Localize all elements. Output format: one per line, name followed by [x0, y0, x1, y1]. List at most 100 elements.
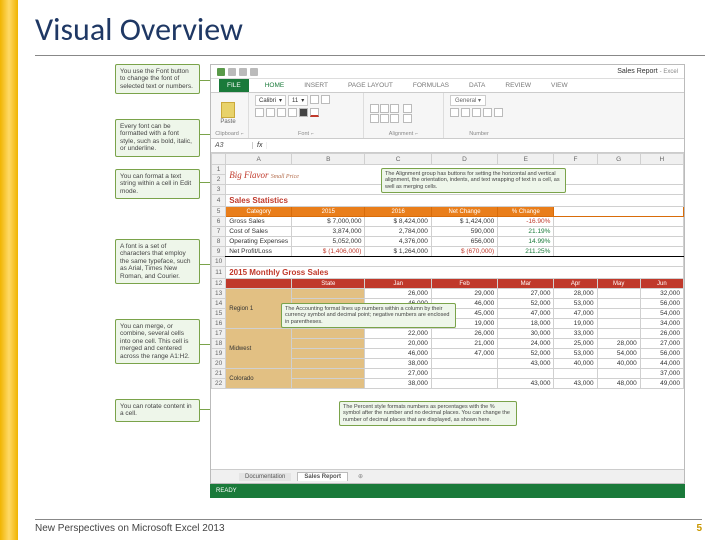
- callout-font-button: You use the Font button to change the fo…: [115, 64, 200, 94]
- align-buttons[interactable]: [370, 104, 399, 123]
- col-header-row: A B C D E F G H: [212, 154, 684, 165]
- footer-text: New Perspectives on Microsoft Excel 2013: [35, 523, 225, 534]
- excel-icon: [217, 68, 225, 76]
- paste-icon: [221, 102, 235, 118]
- col-F[interactable]: F: [554, 154, 597, 165]
- tab-file[interactable]: FILE: [219, 79, 249, 92]
- tab-data[interactable]: DATA: [465, 80, 489, 92]
- fill-color-icon[interactable]: [299, 108, 308, 117]
- formula-area[interactable]: fx: [253, 142, 684, 149]
- dialog-launcher-icon[interactable]: ⌐: [311, 131, 314, 137]
- region-2-label[interactable]: Midwest: [226, 329, 292, 369]
- col-E[interactable]: E: [498, 154, 554, 165]
- save-icon[interactable]: [228, 68, 236, 76]
- quick-access-toolbar: [217, 68, 258, 76]
- tab-review[interactable]: REVIEW: [501, 80, 535, 92]
- border-icon[interactable]: [288, 108, 297, 117]
- row-11: 112015 Monthly Gross Sales: [212, 267, 684, 279]
- comma-icon[interactable]: [472, 108, 481, 117]
- callout-percent-style: The Percent style formats numbers as per…: [339, 401, 517, 426]
- region-3-label[interactable]: Colorado: [226, 369, 292, 389]
- doc-title-main: Sales Report: [617, 68, 657, 75]
- merge-center-icon[interactable]: [403, 114, 412, 123]
- underline-icon[interactable]: [277, 108, 286, 117]
- alignment-group-label: Alignment: [389, 131, 413, 137]
- percent-icon[interactable]: [461, 108, 470, 117]
- col-H[interactable]: H: [640, 154, 683, 165]
- wrap-text-icon[interactable]: [403, 104, 412, 113]
- section-sales-stats[interactable]: Sales Statistics: [226, 195, 684, 207]
- slide-footer: New Perspectives on Microsoft Excel 2013…: [35, 519, 702, 534]
- new-sheet-icon[interactable]: ⊕: [354, 473, 367, 480]
- increase-font-icon[interactable]: [310, 95, 319, 104]
- figure-zone: You use the Font button to change the fo…: [115, 64, 685, 484]
- col-B[interactable]: B: [292, 154, 365, 165]
- brand-big: Big Flavor: [229, 170, 268, 180]
- font-group-label: Font: [298, 131, 309, 137]
- excel-window: Sales Report - Excel FILE HOME INSERT PA…: [210, 64, 685, 484]
- hdr-net-change[interactable]: Net Change: [431, 207, 497, 217]
- tab-formulas[interactable]: FORMULAS: [409, 80, 453, 92]
- paste-label: Paste: [220, 119, 235, 125]
- row-4: 4Sales Statistics: [212, 195, 684, 207]
- accent-stripe: [0, 0, 18, 540]
- bold-icon[interactable]: [255, 108, 264, 117]
- stats-header-row: 5 Category 2015 2016 Net Change % Change: [212, 207, 684, 217]
- col-A[interactable]: A: [226, 154, 292, 165]
- redo-icon[interactable]: [250, 68, 258, 76]
- chevron-down-icon: ▾: [279, 97, 282, 104]
- number-group-label: Number: [469, 131, 489, 137]
- font-size-select[interactable]: 11▾: [288, 95, 308, 106]
- group-font: Calibri▾ 11▾: [249, 93, 364, 138]
- decrease-font-icon[interactable]: [321, 95, 330, 104]
- col-C[interactable]: C: [365, 154, 431, 165]
- hdr-category[interactable]: Category: [226, 207, 292, 217]
- italic-icon[interactable]: [266, 108, 275, 117]
- stats-row-cost: 7Cost of Sales3,874,0002,784,000590,0002…: [212, 227, 684, 237]
- select-all-corner[interactable]: [212, 154, 226, 165]
- worksheet-grid[interactable]: A B C D E F G H 1Big Flavor Small Price …: [211, 153, 684, 469]
- font-color-icon[interactable]: [310, 108, 319, 117]
- callout-alignment-group: The Alignment group has buttons for sett…: [381, 168, 566, 193]
- tab-home[interactable]: HOME: [261, 80, 289, 92]
- tab-page-layout[interactable]: PAGE LAYOUT: [344, 80, 397, 92]
- font-name-select[interactable]: Calibri▾: [255, 95, 286, 106]
- status-bar: READY: [210, 484, 685, 498]
- decrease-decimal-icon[interactable]: [494, 108, 503, 117]
- increase-decimal-icon[interactable]: [483, 108, 492, 117]
- months-header-row: 12 State Jan Feb Mar Apr May Jun: [212, 279, 684, 289]
- sheet-tab-documentation[interactable]: Documentation: [239, 473, 291, 481]
- formula-bar: A3 fx: [211, 139, 684, 153]
- title-rule: [35, 55, 705, 56]
- tab-view[interactable]: VIEW: [547, 80, 572, 92]
- hdr-2015[interactable]: 2015: [292, 207, 365, 217]
- number-format-select[interactable]: General ▾: [450, 95, 486, 106]
- number-format-value: General: [455, 98, 476, 104]
- table-row: 13Region 126,00029,00027,00028,00032,000: [212, 289, 684, 299]
- group-alignment: Alignment⌐: [364, 93, 444, 138]
- callout-merge: You can merge, or combine, several cells…: [115, 319, 200, 364]
- dialog-launcher-icon[interactable]: ⌐: [415, 131, 418, 137]
- paste-button[interactable]: Paste: [217, 102, 239, 125]
- sheet-tab-sales-report[interactable]: Sales Report: [297, 472, 348, 481]
- col-D[interactable]: D: [431, 154, 497, 165]
- doc-title-sub: - Excel: [660, 69, 678, 75]
- table-row: 21Colorado27,00037,000: [212, 369, 684, 379]
- currency-icon[interactable]: [450, 108, 459, 117]
- name-box[interactable]: A3: [211, 142, 253, 149]
- group-clipboard: Paste Clipboard⌐: [211, 93, 249, 138]
- hdr-2016[interactable]: 2016: [365, 207, 431, 217]
- dialog-launcher-icon[interactable]: ⌐: [241, 131, 244, 137]
- brand-small: Small Price: [271, 174, 299, 180]
- hdr-pct-change[interactable]: % Change: [498, 207, 554, 217]
- section-gross-sales[interactable]: 2015 Monthly Gross Sales: [226, 267, 684, 279]
- col-G[interactable]: G: [597, 154, 640, 165]
- font-name-value: Calibri: [259, 98, 276, 104]
- slide-content: Visual Overview You use the Font button …: [35, 10, 705, 515]
- tab-insert[interactable]: INSERT: [300, 80, 332, 92]
- status-ready: READY: [216, 488, 237, 494]
- fx-icon[interactable]: fx: [253, 142, 267, 149]
- stats-row-opex: 8Operating Expenses5,052,0004,376,000656…: [212, 237, 684, 247]
- chevron-down-icon: ▾: [301, 97, 304, 104]
- undo-icon[interactable]: [239, 68, 247, 76]
